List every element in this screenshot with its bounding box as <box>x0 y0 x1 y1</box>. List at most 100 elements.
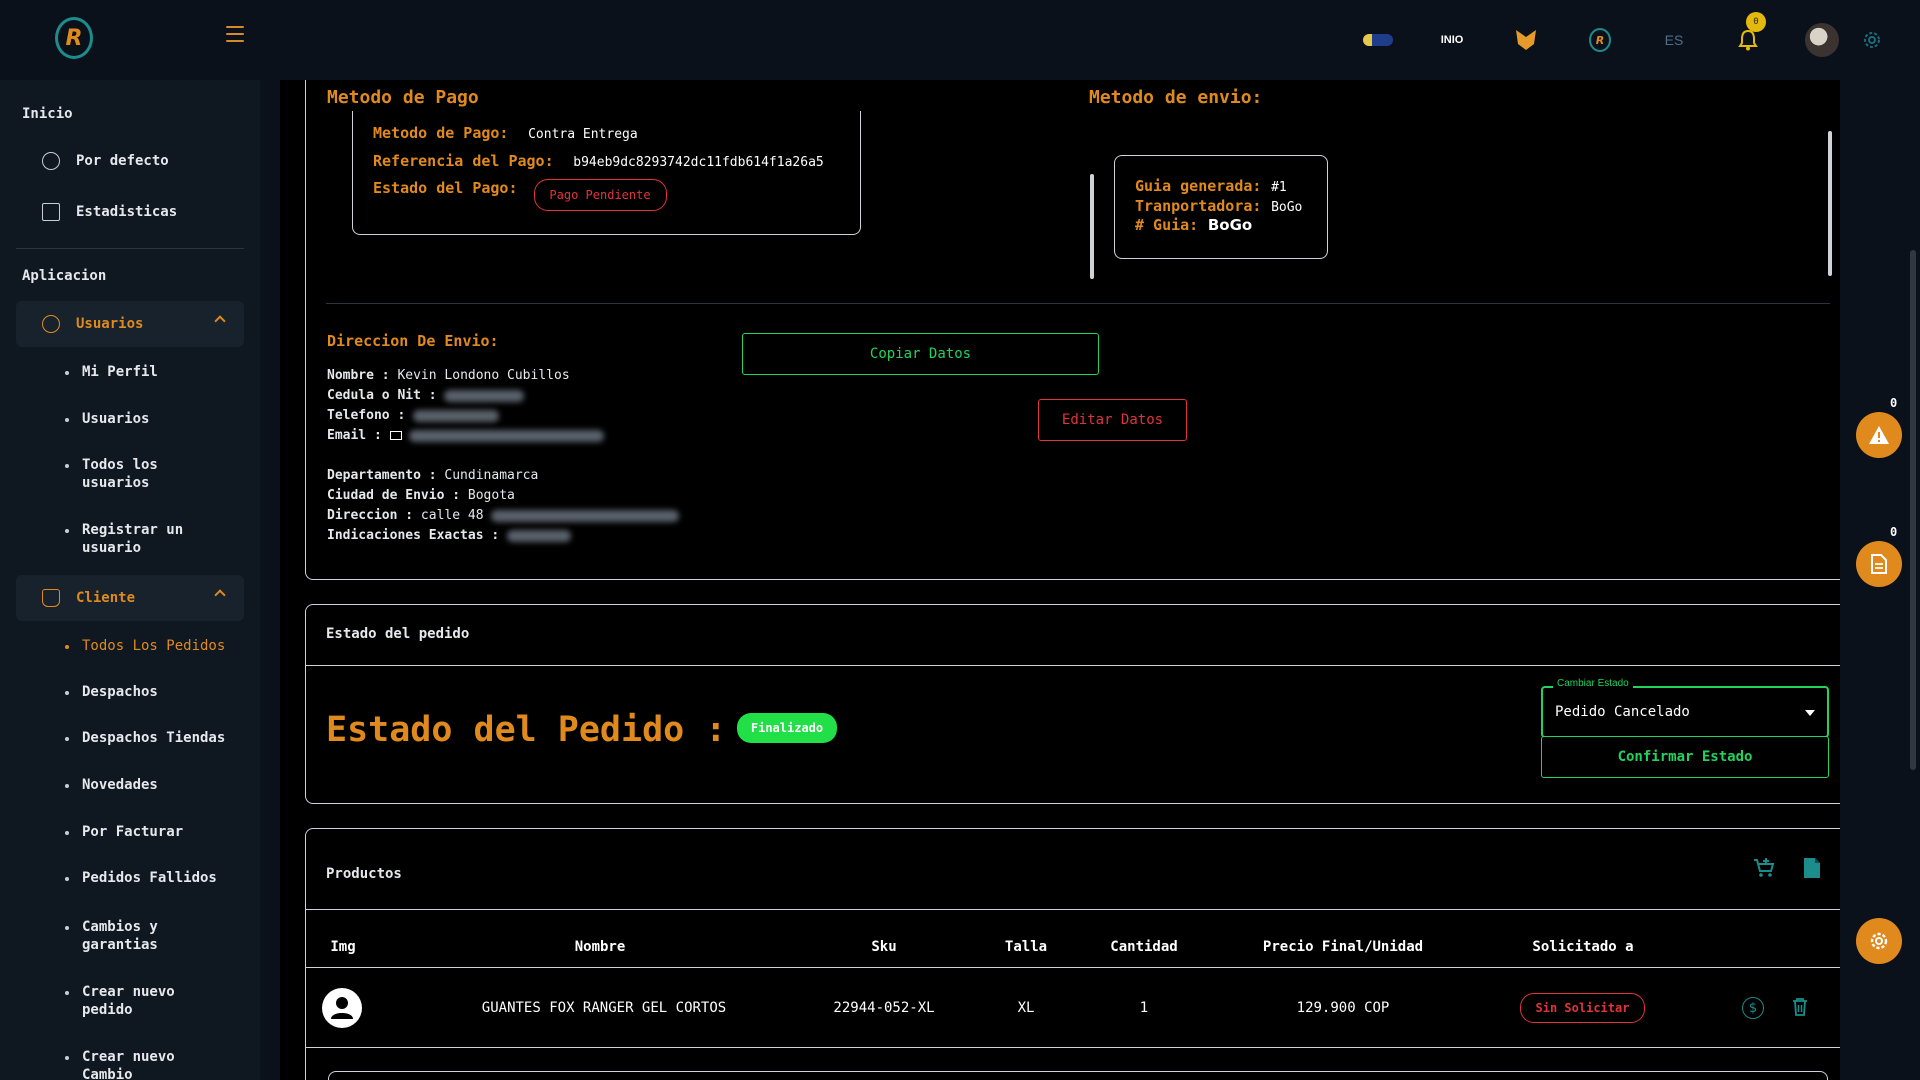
payment-status-label: Estado del Pago: <box>373 179 518 197</box>
sidebar-item-despachos[interactable]: Despachos <box>65 683 232 701</box>
sidebar-item-por-facturar[interactable]: Por Facturar <box>65 823 232 841</box>
status-select-label: Cambiar Estado <box>1553 678 1633 689</box>
department-value: Cundinamarca <box>444 468 539 483</box>
fox-icon[interactable] <box>1508 22 1544 58</box>
carrier-label: Tranportadora: <box>1135 197 1262 215</box>
sidebar-item-cambios-garantias[interactable]: Cambios y garantias <box>65 918 232 954</box>
bell-icon[interactable]: 0 <box>1730 12 1766 58</box>
document-icon[interactable] <box>1802 856 1822 880</box>
sidebar-item-crear-cambio[interactable]: Crear nuevo Cambio <box>65 1048 232 1080</box>
guide-label: Guia generada: <box>1135 177 1262 195</box>
sidebar-item-mi-perfil[interactable]: Mi Perfil <box>65 363 232 381</box>
id-label: Cedula o Nit : <box>327 388 437 403</box>
notes-label: Indicaciones Exactas : <box>327 528 500 543</box>
address-value: calle 48 <box>420 508 484 523</box>
name-label: Nombre : <box>327 368 390 383</box>
confirm-status-button[interactable]: Confirmar Estado <box>1541 736 1829 778</box>
col-cantidad: Cantidad <box>1110 939 1178 955</box>
sidebar-item-crear-pedido[interactable]: Crear nuevo pedido <box>65 983 232 1019</box>
product-quantity: 1 <box>1139 1000 1149 1016</box>
sidebar-item-usuarios[interactable]: Usuarios <box>65 410 232 428</box>
order-status-card-title: Estado del pedido <box>326 626 470 642</box>
documents-count: 0 <box>1890 525 1898 539</box>
monitor-icon <box>42 203 60 221</box>
status-select[interactable]: Cambiar Estado Pedido Cancelado <box>1541 678 1829 738</box>
product-avatar-icon <box>322 988 362 1028</box>
col-sku: Sku <box>871 939 897 955</box>
address-block: Nombre : Kevin Londono Cubillos Cedula o… <box>327 366 727 546</box>
chevron-up-icon <box>214 315 226 327</box>
alerts-count: 0 <box>1890 396 1898 410</box>
sidebar-item-pedidos-fallidos[interactable]: Pedidos Fallidos <box>65 869 232 887</box>
payment-reference-value: b94eb9dc8293742dc11fdb614f1a26a5 <box>573 155 824 170</box>
settings-fab[interactable] <box>1856 918 1902 964</box>
product-price: 129.900 COP <box>1296 1000 1390 1016</box>
brand-logo[interactable]: R <box>55 17 93 59</box>
requested-status-badge[interactable]: Sin Solicitar <box>1520 993 1645 1023</box>
top-icons: INIO R ES 0 <box>1322 12 1890 62</box>
product-sku: 22944-052-XL <box>833 1000 935 1016</box>
id-value-redacted <box>444 389 525 402</box>
gear-icon[interactable] <box>1854 22 1890 58</box>
products-table-header: Img Nombre Sku Talla Cantidad Precio Fin… <box>306 939 1840 959</box>
payment-reference-label: Referencia del Pago: <box>373 152 554 170</box>
divider <box>326 303 1830 304</box>
sidebar-section-inicio: Inicio <box>22 106 73 122</box>
sidebar-item-todos-pedidos[interactable]: Todos Los Pedidos <box>65 637 232 655</box>
phone-value-redacted <box>413 409 500 422</box>
trash-icon[interactable] <box>1792 997 1808 1017</box>
order-details-card: Metodo de Pago Metodo de envio: Metodo d… <box>305 80 1840 580</box>
sidebar-item-novedades[interactable]: Novedades <box>65 776 232 794</box>
address-title: Direccion De Envio: <box>327 332 499 350</box>
city-value: Bogota <box>467 488 515 503</box>
cart-add-icon[interactable] <box>1752 856 1776 880</box>
sidebar-item-por-defecto[interactable]: Por defecto <box>42 152 169 170</box>
language-selector[interactable]: ES <box>1656 22 1692 58</box>
main-content: Metodo de Pago Metodo de envio: Metodo d… <box>280 80 1840 1080</box>
flag-icon[interactable] <box>1360 22 1396 58</box>
sidebar-section-aplicacion: Aplicacion <box>22 268 107 284</box>
copy-data-button[interactable]: Copiar Datos <box>742 333 1099 375</box>
divider <box>306 665 1840 666</box>
alerts-fab[interactable]: 0 <box>1856 396 1902 458</box>
page-scrollbar[interactable] <box>1906 80 1920 1080</box>
email-value-redacted <box>409 429 605 442</box>
shipping-guide-box: Guia generada: #1 Tranportadora: BoGo # … <box>1114 155 1328 259</box>
dollar-icon[interactable]: $ <box>1742 997 1764 1019</box>
payment-method-value: Contra Entrega <box>528 127 638 142</box>
inner-scrollbar[interactable] <box>1828 131 1832 276</box>
order-status-card: Estado del pedido Estado del Pedido : Fi… <box>305 604 1840 804</box>
logo-letter: R <box>65 25 83 51</box>
order-status-heading: Estado del Pedido : <box>326 710 727 750</box>
email-label: Email : <box>327 428 382 443</box>
user-icon <box>42 315 60 333</box>
carrier-value: BoGo <box>1271 200 1303 215</box>
scrollbar-thumb[interactable] <box>1910 250 1916 770</box>
col-nombre: Nombre <box>574 939 626 955</box>
sidebar-item-despachos-tiendas[interactable]: Despachos Tiendas <box>65 729 232 747</box>
scroll-indicator <box>1090 174 1094 279</box>
sidebar-item-todos-usuarios[interactable]: Todos los usuarios <box>65 456 232 492</box>
top-bar: R INIO R ES 0 <box>0 0 1920 80</box>
avatar[interactable] <box>1804 22 1840 58</box>
sidebar-item-estadisticas[interactable]: Estadisticas <box>42 203 177 221</box>
status-select-value: Pedido Cancelado <box>1555 704 1690 720</box>
notification-badge: 0 <box>1746 12 1766 32</box>
payment-title: Metodo de Pago <box>327 87 479 108</box>
chevron-up-icon <box>214 589 226 601</box>
sidebar-group-cliente[interactable]: Cliente <box>16 575 244 621</box>
inio-logo[interactable]: INIO <box>1434 22 1470 58</box>
edit-data-button[interactable]: Editar Datos <box>1038 399 1187 441</box>
documents-fab[interactable]: 0 <box>1856 525 1902 587</box>
dashboard-icon <box>42 152 60 170</box>
brand-icon[interactable]: R <box>1582 22 1618 58</box>
col-img: Img <box>330 939 356 955</box>
sidebar-item-registrar-usuario[interactable]: Registrar un usuario <box>65 521 232 557</box>
divider <box>306 909 1840 910</box>
menu-icon[interactable] <box>226 26 244 42</box>
products-card-title: Productos <box>326 866 402 882</box>
sidebar: Inicio Por defecto Estadisticas Aplicaci… <box>0 80 260 1080</box>
sidebar-group-usuarios[interactable]: Usuarios <box>16 301 244 347</box>
notes-value-redacted <box>507 529 572 542</box>
city-label: Ciudad de Envio : <box>327 488 461 503</box>
